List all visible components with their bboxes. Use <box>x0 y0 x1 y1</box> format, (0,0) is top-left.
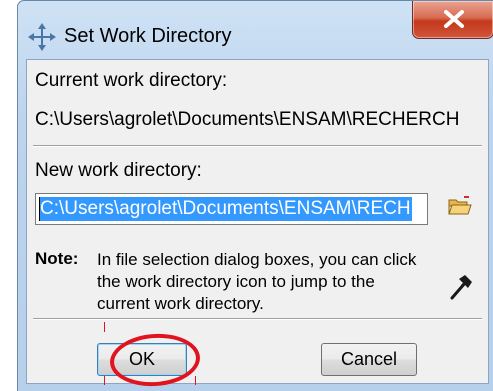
move-arrows-icon <box>28 23 56 51</box>
annotation-mark <box>104 376 105 385</box>
cancel-button[interactable]: Cancel <box>321 343 417 376</box>
note-label: Note: <box>35 249 79 268</box>
text-caret <box>39 197 40 221</box>
dialog-body: Current work directory: C:\Users\agrolet… <box>26 59 489 390</box>
folder-open-icon[interactable] <box>447 194 473 218</box>
annotation-mark <box>104 322 105 332</box>
close-button[interactable] <box>412 1 493 39</box>
note-text: In file selection dialog boxes, you can … <box>97 250 417 313</box>
window-title: Set Work Directory <box>64 25 232 47</box>
new-directory-value: C:\Users\agrolet\Documents\ENSAM\RECH <box>39 197 412 221</box>
current-directory-label: Current work directory: <box>35 70 228 91</box>
new-directory-input[interactable]: C:\Users\agrolet\Documents\ENSAM\RECH <box>35 193 428 225</box>
set-work-directory-dialog: Set Work Directory Current work director… <box>17 0 493 391</box>
close-icon <box>444 10 464 28</box>
new-directory-label: New work directory: <box>35 160 202 181</box>
separator <box>33 318 482 320</box>
annotation-mark <box>195 376 196 385</box>
hammer-icon <box>450 275 472 300</box>
current-directory-value: C:\Users\agrolet\Documents\ENSAM\RECHERC… <box>35 109 460 130</box>
separator <box>33 145 482 147</box>
title-bar[interactable]: Set Work Directory <box>18 1 493 59</box>
ok-button[interactable]: OK <box>97 343 187 376</box>
